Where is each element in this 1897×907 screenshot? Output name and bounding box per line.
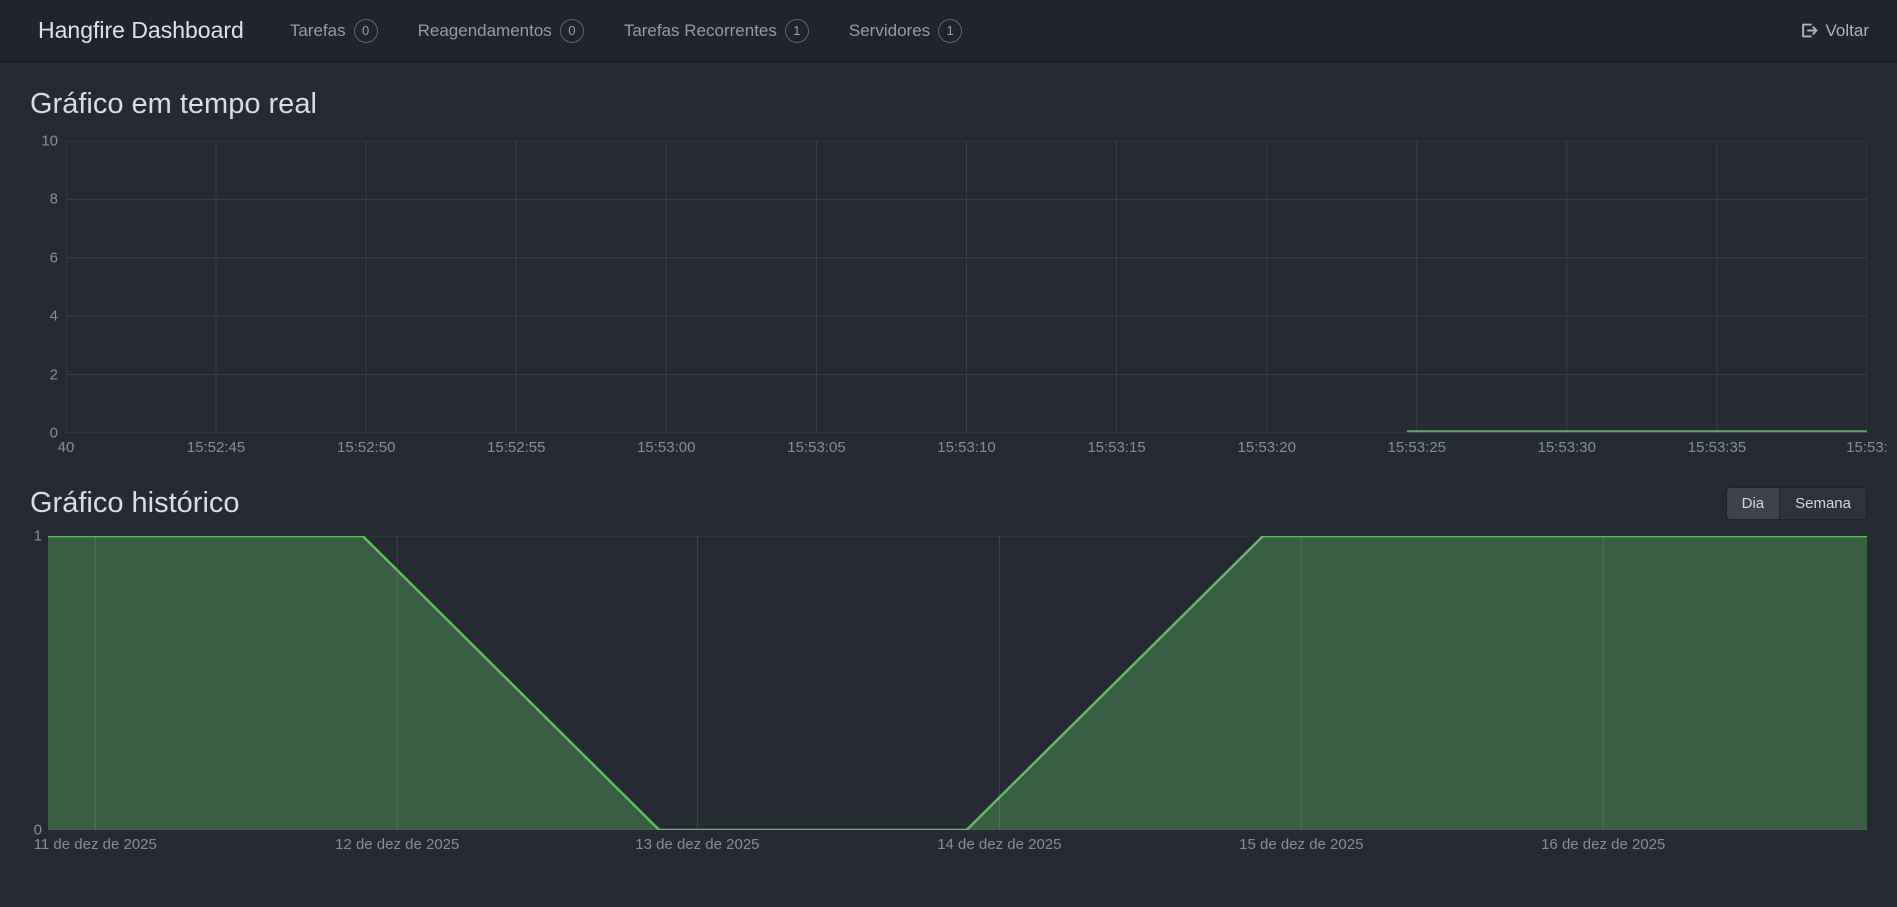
x-axis-tick: 12 de dez de 2025 xyxy=(335,836,459,853)
nav-item-tarefas-recorrentes[interactable]: Tarefas Recorrentes 1 xyxy=(604,0,829,61)
history-header: Gráfico histórico Dia Semana xyxy=(30,487,1867,520)
day-button[interactable]: Dia xyxy=(1726,487,1780,520)
y-axis-tick: 10 xyxy=(41,133,58,150)
nav-item-label: Tarefas xyxy=(290,21,346,41)
x-axis-tick: 15:53:15 xyxy=(1087,439,1145,456)
x-axis-tick: 15:53:00 xyxy=(637,439,695,456)
nav-item-servidores[interactable]: Servidores 1 xyxy=(829,0,982,61)
realtime-chart-svg xyxy=(66,141,1867,433)
brand-link[interactable]: Hangfire Dashboard xyxy=(38,17,244,44)
x-axis-tick: 15:53:20 xyxy=(1238,439,1296,456)
y-axis-tick: 1 xyxy=(34,528,42,545)
y-axis-tick: 6 xyxy=(50,249,58,266)
nav-item-reagendamentos[interactable]: Reagendamentos 0 xyxy=(398,0,604,61)
nav-item: Tarefas 0 xyxy=(270,0,398,61)
history-x-axis: 11 de dez de 202512 de dez de 202513 de … xyxy=(48,834,1867,858)
x-axis-tick: 40 xyxy=(58,439,75,456)
count-badge: 1 xyxy=(785,19,809,43)
realtime-plot-area xyxy=(66,141,1867,433)
x-axis-tick: 14 de dez de 2025 xyxy=(937,836,1061,853)
count-badge: 1 xyxy=(938,19,962,43)
history-y-axis: 01 xyxy=(30,536,48,830)
back-label: Voltar xyxy=(1826,21,1869,41)
x-axis-tick: 11 de dez de 2025 xyxy=(34,836,157,853)
nav-item: Servidores 1 xyxy=(829,0,982,61)
x-axis-tick: 15:53:35 xyxy=(1688,439,1746,456)
main-content: Gráfico em tempo real 0246810 4015:52:45… xyxy=(0,88,1897,858)
nav-menu: Tarefas 0 Reagendamentos 0 Tarefas Recor… xyxy=(270,0,982,61)
x-axis-tick: 15:53:25 xyxy=(1388,439,1446,456)
realtime-plot-row: 0246810 xyxy=(30,141,1867,433)
x-axis-tick: 16 de dez de 2025 xyxy=(1541,836,1665,853)
realtime-x-axis: 4015:52:4515:52:5015:52:5515:53:0015:53:… xyxy=(66,437,1867,461)
x-axis-tick: 15:53:10 xyxy=(937,439,995,456)
y-axis-tick: 8 xyxy=(50,191,58,208)
realtime-y-axis: 0246810 xyxy=(30,141,66,433)
nav-item-label: Tarefas Recorrentes xyxy=(624,21,777,41)
nav-item: Reagendamentos 0 xyxy=(398,0,604,61)
x-axis-tick: 15:53: xyxy=(1846,439,1888,456)
period-toggle: Dia Semana xyxy=(1726,487,1867,520)
week-button[interactable]: Semana xyxy=(1779,487,1867,520)
y-axis-tick: 2 xyxy=(50,366,58,383)
logout-icon xyxy=(1799,21,1818,40)
x-axis-tick: 15:53:05 xyxy=(787,439,845,456)
x-axis-tick: 15:52:55 xyxy=(487,439,545,456)
history-title: Gráfico histórico xyxy=(30,487,240,520)
x-axis-tick: 13 de dez de 2025 xyxy=(635,836,759,853)
nav-item: Tarefas Recorrentes 1 xyxy=(604,0,829,61)
x-axis-tick: 15:52:45 xyxy=(187,439,245,456)
navbar: Hangfire Dashboard Tarefas 0 Reagendamen… xyxy=(0,0,1897,62)
y-axis-tick: 4 xyxy=(50,308,58,325)
x-axis-tick: 15:52:50 xyxy=(337,439,395,456)
back-link[interactable]: Voltar xyxy=(1799,21,1869,41)
realtime-chart: 0246810 4015:52:4515:52:5015:52:5515:53:… xyxy=(30,141,1867,461)
count-badge: 0 xyxy=(354,19,378,43)
history-plot-row: 01 xyxy=(30,536,1867,830)
realtime-title: Gráfico em tempo real xyxy=(30,88,1867,121)
count-badge: 0 xyxy=(560,19,584,43)
nav-item-tarefas[interactable]: Tarefas 0 xyxy=(270,0,398,61)
x-axis-tick: 15 de dez de 2025 xyxy=(1239,836,1363,853)
nav-item-label: Servidores xyxy=(849,21,930,41)
x-axis-tick: 15:53:30 xyxy=(1538,439,1596,456)
history-chart: 01 11 de dez de 202512 de dez de 202513 … xyxy=(30,536,1867,858)
nav-item-label: Reagendamentos xyxy=(418,21,552,41)
history-plot-area xyxy=(48,536,1867,830)
history-chart-svg xyxy=(48,536,1867,830)
